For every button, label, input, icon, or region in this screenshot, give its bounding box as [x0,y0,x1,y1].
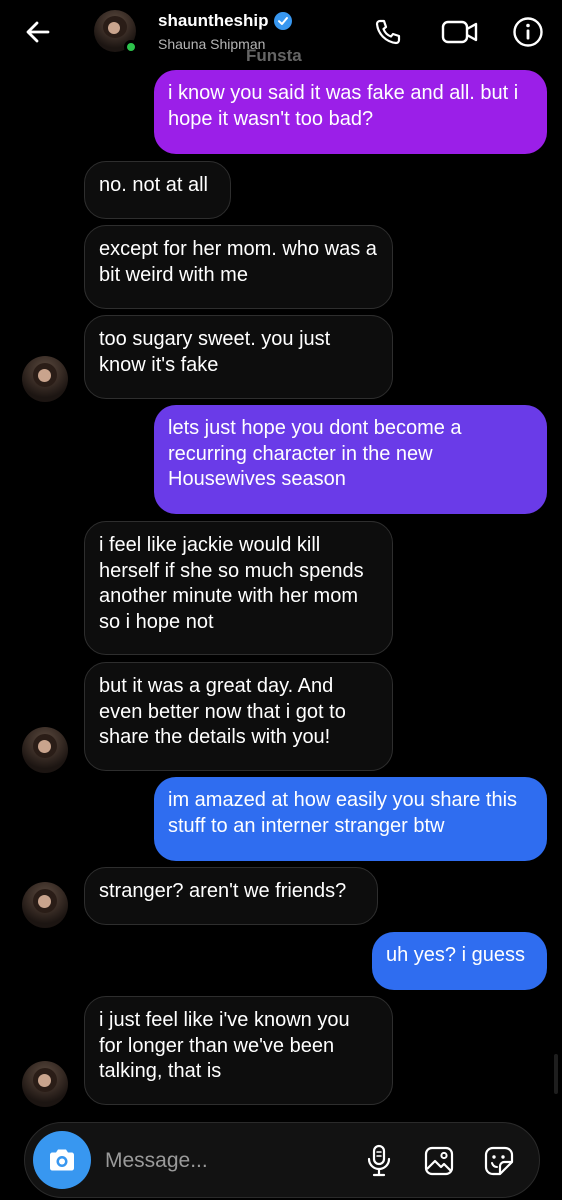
camera-button[interactable] [33,1131,91,1189]
message-incoming[interactable]: no. not at all [84,161,231,219]
sticker-button[interactable] [481,1143,517,1179]
back-button[interactable] [22,16,54,48]
message-outgoing[interactable]: uh yes? i guess [372,932,547,990]
chat-header: shauntheship Shauna Shipman Funsta [0,0,562,66]
message-outgoing[interactable]: lets just hope you dont become a recurri… [154,405,547,514]
sticker-icon [484,1146,514,1176]
phone-icon [375,19,401,45]
microphone-icon [367,1144,391,1177]
info-icon [513,17,543,47]
message-incoming[interactable]: too sugary sweet. you just know it's fak… [84,315,393,399]
message-outgoing[interactable]: i know you said it was fake and all. but… [154,70,547,154]
message-text: no. not at all [99,174,208,196]
message-incoming[interactable]: stranger? aren't we friends? [84,867,378,925]
message-text: lets just hope you dont become a recurri… [168,417,462,490]
voice-message-button[interactable] [361,1143,397,1179]
message-text: stranger? aren't we friends? [99,880,347,902]
sender-avatar[interactable] [22,1061,68,1107]
message-text: i just feel like i've known you for long… [99,1009,350,1082]
call-button[interactable] [370,14,406,50]
message-text: im amazed at how easily you share this s… [168,789,518,837]
message-input[interactable] [105,1145,335,1177]
message-outgoing[interactable]: im amazed at how easily you share this s… [154,777,547,861]
camera-icon [50,1149,74,1171]
message-text: i feel like jackie would kill herself if… [99,534,364,633]
message-composer [24,1122,540,1198]
info-button[interactable] [510,14,546,50]
gallery-button[interactable] [421,1143,457,1179]
message-incoming[interactable]: i feel like jackie would kill herself if… [84,521,393,655]
message-incoming[interactable]: but it was a great day. And even better … [84,662,393,771]
back-arrow-icon [26,21,50,43]
header-avatar[interactable] [94,10,138,54]
scrollbar[interactable] [554,1054,558,1094]
message-text: except for her mom. who was a bit weird … [99,238,377,286]
message-incoming[interactable]: i just feel like i've known you for long… [84,996,393,1105]
online-indicator [124,40,138,54]
sender-avatar[interactable] [22,882,68,928]
gallery-icon [424,1146,454,1176]
message-incoming[interactable]: except for her mom. who was a bit weird … [84,225,393,309]
message-text: i know you said it was fake and all. but… [168,82,519,130]
contact-username[interactable]: shauntheship [158,11,292,31]
account-tag: Funsta [246,46,302,65]
message-text: too sugary sweet. you just know it's fak… [99,328,331,376]
username-text: shauntheship [158,11,269,30]
verified-badge-icon [273,12,292,30]
message-text: uh yes? i guess [386,944,525,966]
message-text: but it was a great day. And even better … [99,675,346,748]
video-camera-icon [441,20,478,44]
sender-avatar[interactable] [22,727,68,773]
sender-avatar[interactable] [22,356,68,402]
video-call-button[interactable] [440,14,480,50]
